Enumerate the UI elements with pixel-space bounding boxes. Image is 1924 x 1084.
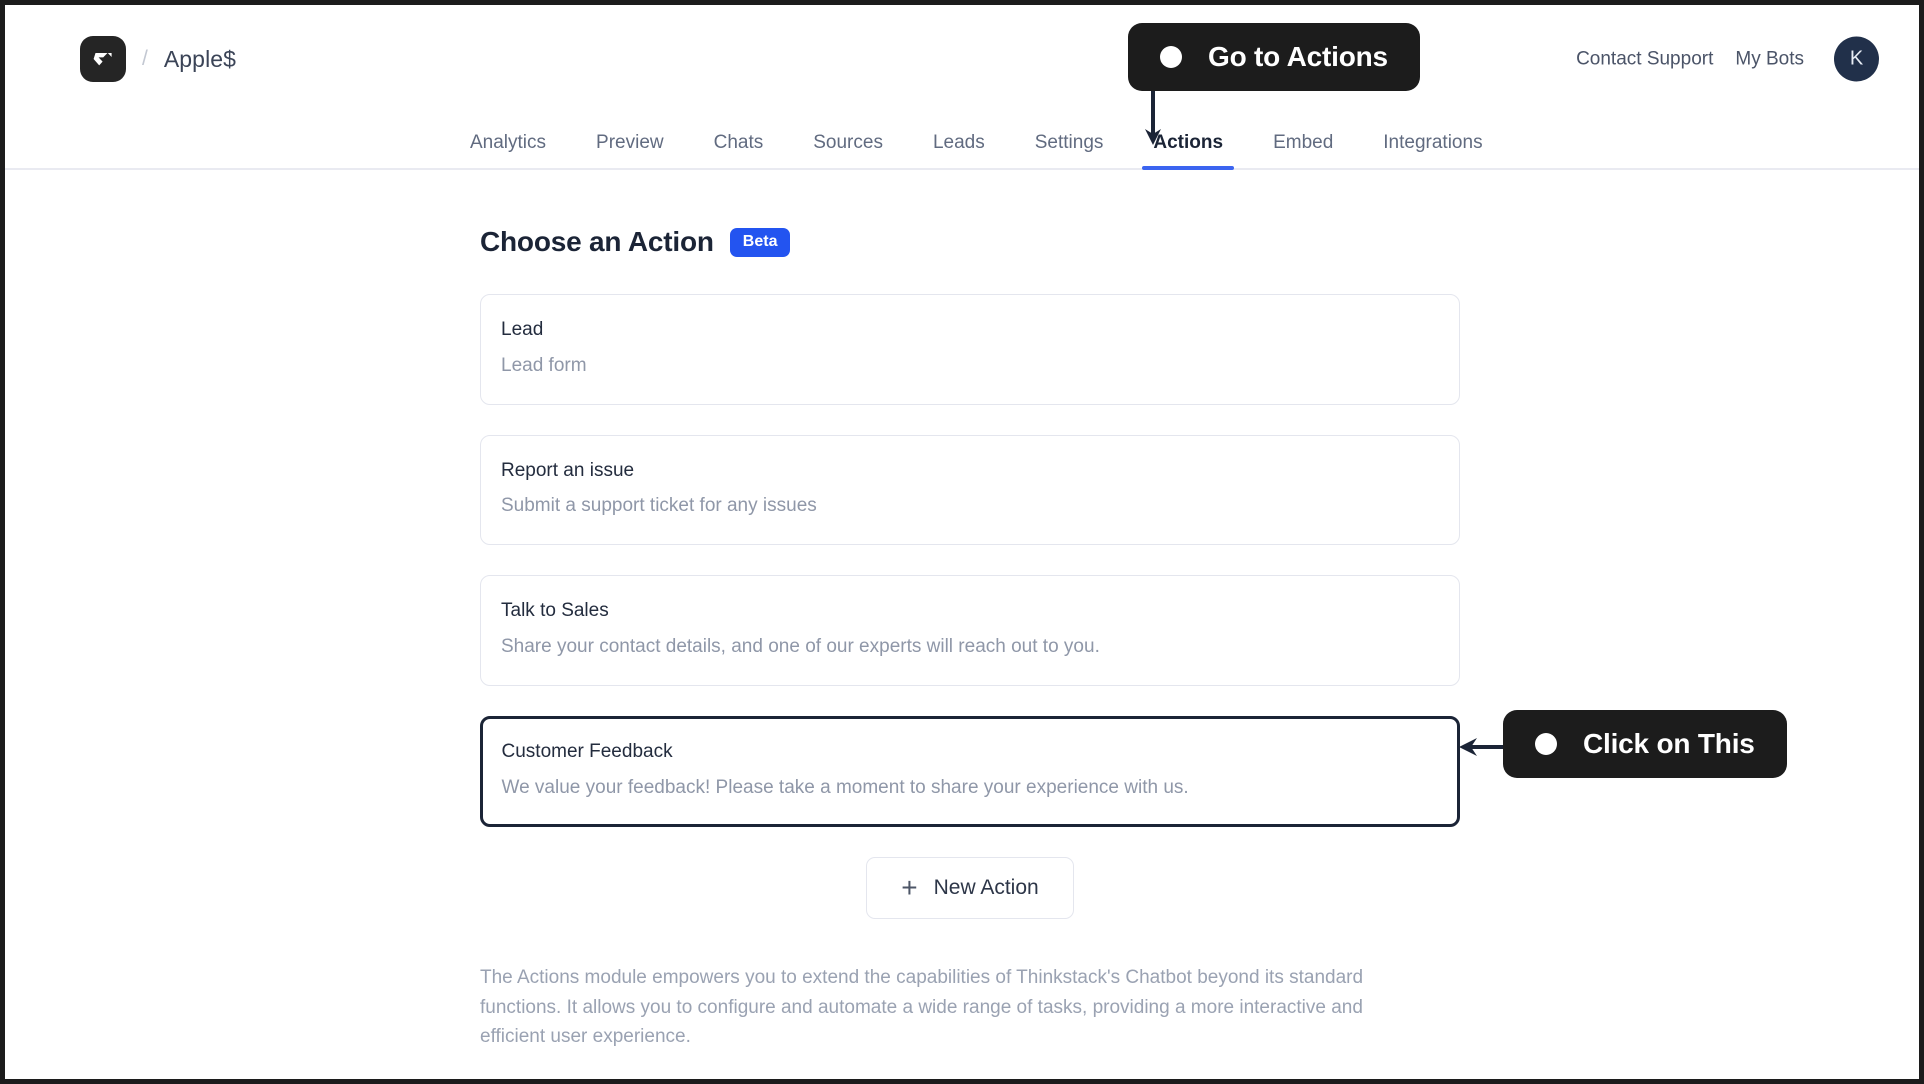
tab-settings[interactable]: Settings — [1010, 133, 1129, 168]
nav-tabs-bar: Analytics Preview Chats Sources Leads Se… — [5, 113, 1919, 170]
coachmark-label: Go to Actions — [1208, 41, 1388, 72]
action-title: Lead — [501, 319, 544, 340]
action-card-report-an-issue[interactable]: Report an issue Submit a support ticket … — [480, 434, 1460, 546]
tab-preview[interactable]: Preview — [571, 133, 689, 168]
action-title: Talk to Sales — [501, 600, 609, 622]
coachmark-dot-icon — [1160, 46, 1182, 68]
thinkstack-logo-icon[interactable] — [80, 36, 126, 82]
tab-chats[interactable]: Chats — [689, 133, 789, 168]
plus-icon: + — [901, 872, 918, 904]
coachmark-go-to-actions: Go to Actions — [1128, 23, 1420, 91]
new-action-label: New Action — [933, 876, 1039, 900]
tab-analytics[interactable]: Analytics — [445, 133, 571, 168]
tab-leads[interactable]: Leads — [908, 133, 1010, 168]
action-card-talk-to-sales[interactable]: Talk to Sales Share your contact details… — [480, 575, 1460, 686]
new-action-button[interactable]: + New Action — [866, 857, 1074, 920]
actions-panel: Choose an Action Beta Lead Lead form Rep… — [480, 226, 1460, 1052]
action-title: Report an issue — [501, 459, 635, 481]
top-bar: / Apple$ Contact Support My Bots K — [5, 5, 1919, 113]
new-action-row: + New Action — [480, 857, 1460, 920]
beta-badge: Beta — [729, 227, 791, 257]
coachmark-dot-icon — [1535, 733, 1557, 755]
page-title: Choose an Action — [480, 226, 714, 257]
action-description: Submit a support ticket for any issues — [501, 495, 817, 517]
breadcrumb: / Apple$ — [80, 36, 236, 82]
main-content: Choose an Action Beta Lead Lead form Rep… — [5, 170, 1919, 1052]
breadcrumb-separator: / — [142, 47, 148, 70]
tab-embed[interactable]: Embed — [1248, 133, 1358, 168]
tab-sources[interactable]: Sources — [788, 133, 908, 168]
action-card-customer-feedback[interactable]: Customer Feedback We value your feedback… — [480, 715, 1460, 828]
app-window: / Apple$ Contact Support My Bots K Analy… — [0, 0, 1924, 1084]
page-title-row: Choose an Action Beta — [480, 226, 1460, 258]
module-description: The Actions module empowers you to exten… — [480, 967, 1364, 1048]
nav-tabs: Analytics Preview Chats Sources Leads Se… — [5, 113, 1919, 170]
coachmark-click-on-this: Click on This — [1503, 710, 1787, 778]
coachmark-label: Click on This — [1583, 728, 1755, 759]
my-bots-link[interactable]: My Bots — [1735, 48, 1804, 70]
action-description: Lead form — [501, 354, 587, 376]
action-title: Customer Feedback — [501, 741, 673, 763]
bot-name: Apple$ — [163, 45, 237, 72]
action-description: Share your contact details, and one of o… — [501, 635, 1100, 657]
action-card-lead[interactable]: Lead Lead form — [480, 294, 1460, 405]
avatar[interactable]: K — [1834, 36, 1879, 82]
tab-integrations[interactable]: Integrations — [1358, 133, 1507, 168]
contact-support-link[interactable]: Contact Support — [1576, 48, 1713, 70]
top-bar-actions: Contact Support My Bots K — [1576, 36, 1879, 82]
action-description: We value your feedback! Please take a mo… — [501, 777, 1189, 799]
